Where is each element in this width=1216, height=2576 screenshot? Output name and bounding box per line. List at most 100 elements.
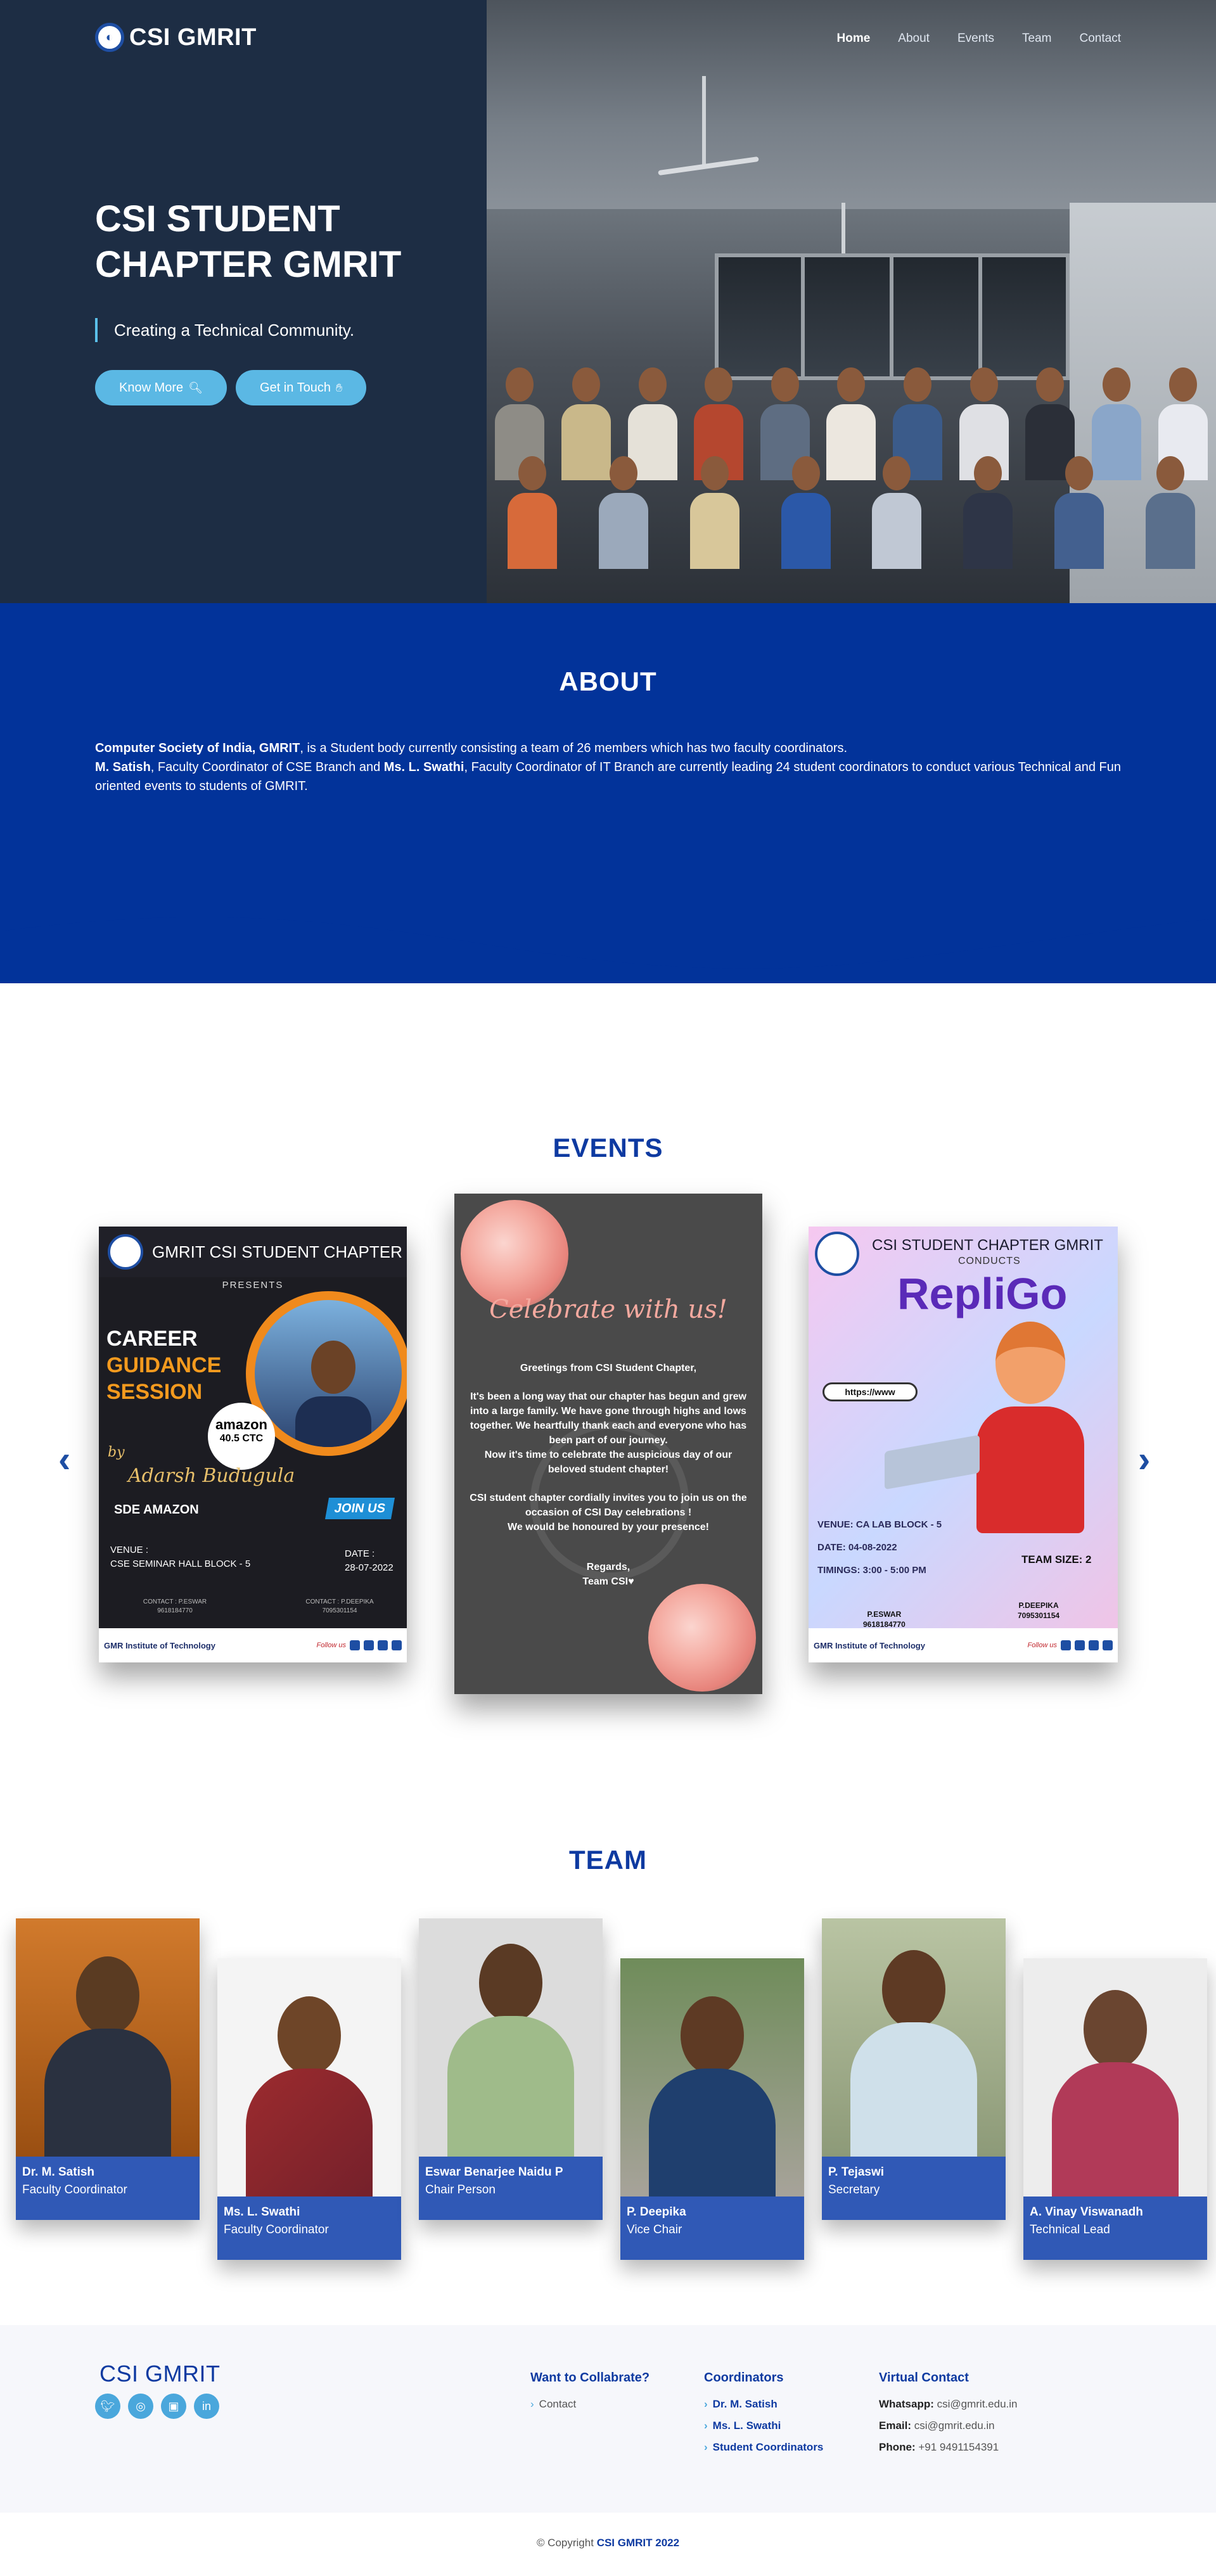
team-card-vinay[interactable]: A. Vinay Viswanadh Technical Lead bbox=[1023, 1958, 1207, 2260]
twitter-icon[interactable]: 🐦︎ bbox=[95, 2394, 120, 2419]
poster1-role: SDE AMAZON bbox=[114, 1503, 199, 1517]
poster2-regards: Regards, bbox=[586, 1562, 630, 1572]
csi-seal-icon bbox=[108, 1234, 143, 1270]
know-more-label: Know More bbox=[119, 380, 184, 395]
brand-logo[interactable]: ◐ CSI GMRIT bbox=[95, 23, 257, 52]
about-org-name: Computer Society of India, GMRIT bbox=[95, 741, 300, 755]
poster3-header: CSI STUDENT CHAPTER GMRIT bbox=[872, 1237, 1103, 1254]
poster3-url: https://www bbox=[822, 1382, 918, 1401]
team-name: P. Tejaswi bbox=[828, 2165, 885, 2179]
poster3-date: DATE: 04-08-2022 bbox=[817, 1542, 897, 1553]
team-card-tejaswi[interactable]: P. Tejaswi Secretary bbox=[822, 1918, 1006, 2220]
hero-section: ◐ CSI GMRIT Home About Events Team Conta… bbox=[0, 0, 1216, 603]
poster2-p2: It's been a long way that our chapter ha… bbox=[470, 1391, 747, 1446]
dribbble-icon[interactable]: ◎ bbox=[128, 2394, 153, 2419]
know-more-button[interactable]: Know More 🔍︎ bbox=[95, 370, 227, 405]
chevron-right-icon: › bbox=[704, 2420, 708, 2432]
poster1-by: by bbox=[108, 1444, 125, 1460]
main-nav: Home About Events Team Contact bbox=[837, 32, 1122, 46]
team-card-satish[interactable]: Dr. M. Satish Faculty Coordinator bbox=[16, 1918, 200, 2220]
event-poster-repligo[interactable]: CSI STUDENT CHAPTER GMRIT CONDUCTS Repli… bbox=[809, 1227, 1118, 1662]
footer-link-contact[interactable]: › Contact bbox=[530, 2398, 650, 2411]
event-poster-csi-day[interactable]: Celebrate with us! Greetings from CSI St… bbox=[454, 1194, 762, 1694]
footer-link-satish-label: Dr. M. Satish bbox=[712, 2398, 778, 2410]
poster1-title: CAREER GUIDANCE SESSION bbox=[106, 1325, 221, 1405]
team-role: Technical Lead bbox=[1030, 2223, 1110, 2236]
about-wave-divider bbox=[0, 912, 1216, 969]
footer-coordinators-column: Coordinators › Dr. M. Satish › Ms. L. Swat… bbox=[704, 2371, 823, 2463]
nav-about[interactable]: About bbox=[898, 32, 930, 46]
footer-whatsapp-value[interactable]: csi@gmrit.edu.in bbox=[937, 2398, 1018, 2410]
poster1-badge-ctc: 40.5 CTC bbox=[219, 1433, 264, 1444]
team-role: Vice Chair bbox=[627, 2223, 682, 2236]
poster1-badge-brand: amazon bbox=[215, 1417, 267, 1432]
nav-home[interactable]: Home bbox=[837, 32, 871, 46]
poster1-presents: PRESENTS bbox=[222, 1280, 284, 1291]
poster1-speaker: Adarsh Budugula bbox=[128, 1465, 295, 1487]
nav-team[interactable]: Team bbox=[1022, 32, 1051, 46]
footer-collab-title: Want to Collabrate? bbox=[530, 2371, 650, 2385]
poster1-date-value: 28-07-2022 bbox=[345, 1562, 394, 1573]
team-photo-eswar bbox=[419, 1918, 603, 2157]
poster2-celebrate: Celebrate with us! bbox=[489, 1295, 727, 1324]
poster1-follow: Follow us bbox=[316, 1642, 346, 1649]
team-photo-deepika bbox=[620, 1958, 804, 2197]
footer-link-satish[interactable]: › Dr. M. Satish bbox=[704, 2398, 823, 2411]
brand-name: CSI GMRIT bbox=[129, 23, 257, 51]
carousel-prev-arrow-icon[interactable]: ‹ bbox=[58, 1438, 70, 1481]
footer-email: Email: csi@gmrit.edu.in bbox=[879, 2420, 1017, 2432]
hero-title-line2: CHAPTER GMRIT bbox=[95, 244, 402, 285]
team-photo-swathi bbox=[217, 1958, 401, 2197]
about-text: Computer Society of India, GMRIT, is a S… bbox=[95, 739, 1122, 796]
footer-link-swathi[interactable]: › Ms. L. Swathi bbox=[704, 2420, 823, 2432]
poster3-venue: VENUE: CA LAB BLOCK - 5 bbox=[817, 1519, 942, 1530]
about-title: ABOUT bbox=[559, 666, 657, 696]
get-in-touch-button[interactable]: Get in Touch ✋︎ bbox=[236, 370, 367, 405]
events-title: EVENTS bbox=[553, 1133, 663, 1163]
copyright-brand: CSI GMRIT 2022 bbox=[596, 2537, 680, 2549]
team-card-deepika[interactable]: P. Deepika Vice Chair bbox=[620, 1958, 804, 2260]
footer-coord-title: Coordinators bbox=[704, 2371, 784, 2385]
team-name: A. Vinay Viswanadh bbox=[1030, 2205, 1143, 2219]
footer-contact-title: Virtual Contact bbox=[879, 2371, 969, 2385]
footer: CSI GMRIT 🐦︎ ◎ ▣ in Want to Collabrate? … bbox=[0, 2325, 1216, 2513]
footer-link-students[interactable]: › Student Coordinators bbox=[704, 2441, 823, 2454]
instagram-icon bbox=[350, 1640, 360, 1650]
footer-email-value[interactable]: csi@gmrit.edu.in bbox=[914, 2420, 995, 2432]
search-icon: 🔍︎ bbox=[188, 381, 203, 394]
team-photo-tejaswi bbox=[822, 1918, 1006, 2157]
footer-phone-value[interactable]: +91 9491154391 bbox=[918, 2441, 999, 2453]
csi-seal-icon bbox=[815, 1232, 859, 1276]
instagram-icon bbox=[1061, 1640, 1071, 1650]
footer-link-students-label: Student Coordinators bbox=[712, 2441, 824, 2453]
hero-subtitle: Creating a Technical Community. bbox=[95, 318, 354, 342]
team-role: Faculty Coordinator bbox=[224, 2223, 329, 2236]
team-role: Chair Person bbox=[425, 2183, 496, 2197]
nav-events[interactable]: Events bbox=[957, 32, 994, 46]
footer-brand: CSI GMRIT bbox=[99, 2361, 221, 2387]
team-name: Eswar Benarjee Naidu P bbox=[425, 2165, 563, 2179]
poster2-p3: Now it's time to celebrate the auspiciou… bbox=[484, 1450, 733, 1475]
footer-social-links: 🐦︎ ◎ ▣ in bbox=[95, 2394, 219, 2419]
instagram-icon[interactable]: ▣ bbox=[161, 2394, 186, 2419]
footer-whatsapp-label: Whatsapp: bbox=[879, 2398, 934, 2410]
footer-link-contact-label: Contact bbox=[539, 2398, 577, 2410]
facebook-icon bbox=[1075, 1640, 1085, 1650]
event-poster-career-guidance[interactable]: GMRIT CSI STUDENT CHAPTER PRESENTS CAREE… bbox=[99, 1227, 407, 1662]
poster3-conducts: CONDUCTS bbox=[958, 1256, 1021, 1266]
chevron-right-icon: › bbox=[530, 2398, 534, 2410]
twitter-icon bbox=[1103, 1640, 1113, 1650]
poster1-venue-value: CSE SEMINAR HALL BLOCK - 5 bbox=[110, 1559, 251, 1569]
poster1-date: DATE : 28-07-2022 bbox=[345, 1547, 394, 1575]
carousel-next-arrow-icon[interactable]: › bbox=[1138, 1438, 1150, 1481]
nav-contact[interactable]: Contact bbox=[1080, 32, 1121, 46]
team-card-swathi[interactable]: Ms. L. Swathi Faculty Coordinator bbox=[217, 1958, 401, 2260]
poster3-team-size: TEAM SIZE: 2 bbox=[1021, 1553, 1092, 1565]
poster1-guidance: GUIDANCE bbox=[106, 1353, 222, 1377]
about-swathi: Ms. L. Swathi bbox=[383, 760, 464, 774]
team-card-eswar[interactable]: Eswar Benarjee Naidu P Chair Person bbox=[419, 1918, 603, 2220]
flower-decoration-top bbox=[461, 1200, 568, 1308]
linkedin-icon[interactable]: in bbox=[194, 2394, 219, 2419]
poster3-title: RepliGo bbox=[897, 1269, 1068, 1318]
team-role: Secretary bbox=[828, 2183, 880, 2197]
